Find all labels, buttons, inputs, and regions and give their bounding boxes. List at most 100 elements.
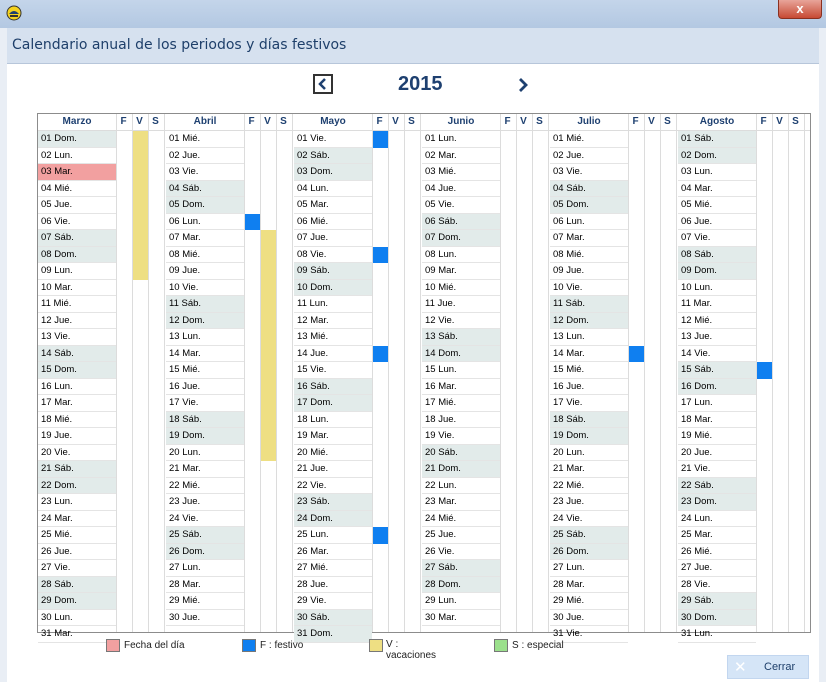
festivo-marker[interactable] bbox=[373, 246, 388, 263]
day-cell[interactable]: 13 Jue. bbox=[678, 329, 756, 346]
day-cell[interactable]: 05 Mié. bbox=[678, 197, 756, 214]
day-cell[interactable]: 24 Vie. bbox=[166, 511, 244, 527]
festivo-marker[interactable] bbox=[373, 527, 388, 544]
day-cell[interactable]: 02 Dom. bbox=[678, 147, 756, 164]
day-cell[interactable]: 08 Dom. bbox=[38, 246, 116, 263]
day-cell[interactable]: 26 Vie. bbox=[422, 544, 500, 560]
day-cell[interactable]: 18 Lun. bbox=[294, 412, 372, 428]
vacaciones-marker[interactable] bbox=[261, 263, 276, 280]
day-cell[interactable]: 10 Vie. bbox=[550, 280, 628, 296]
day-cell[interactable]: 22 Mié. bbox=[550, 478, 628, 494]
day-cell[interactable]: 06 Sáb. bbox=[422, 213, 500, 230]
day-cell[interactable]: 01 Mié. bbox=[166, 131, 244, 148]
vacaciones-marker[interactable] bbox=[261, 246, 276, 263]
day-cell[interactable]: 08 Sáb. bbox=[678, 246, 756, 263]
day-cell[interactable]: 22 Lun. bbox=[422, 478, 500, 494]
day-cell[interactable]: 14 Mar. bbox=[166, 346, 244, 362]
day-cell[interactable]: 21 Dom. bbox=[422, 461, 500, 478]
day-cell[interactable]: 27 Mié. bbox=[294, 560, 372, 577]
day-cell[interactable]: 20 Vie. bbox=[38, 445, 116, 461]
vacaciones-marker[interactable] bbox=[133, 197, 148, 214]
close-button[interactable]: ✕ Cerrar bbox=[727, 655, 809, 679]
day-cell[interactable]: 24 Dom. bbox=[294, 510, 372, 527]
day-cell[interactable]: 25 Sáb. bbox=[166, 527, 244, 544]
day-cell[interactable]: 15 Vie. bbox=[294, 362, 372, 379]
day-cell[interactable]: 29 Sáb. bbox=[678, 593, 756, 610]
day-cell[interactable]: 01 Lun. bbox=[422, 131, 500, 148]
day-cell[interactable]: 17 Lun. bbox=[678, 395, 756, 412]
day-cell[interactable]: 31 Mar. bbox=[38, 626, 116, 643]
day-cell[interactable]: 09 Dom. bbox=[678, 263, 756, 280]
day-cell[interactable]: 23 Sáb. bbox=[294, 494, 372, 511]
day-cell[interactable]: 25 Sáb. bbox=[550, 527, 628, 544]
day-cell[interactable]: 31 Dom. bbox=[294, 626, 372, 643]
day-cell[interactable]: 27 Jue. bbox=[678, 560, 756, 577]
day-cell[interactable]: 29 Vie. bbox=[294, 593, 372, 610]
day-cell[interactable]: 20 Lun. bbox=[166, 445, 244, 461]
day-cell[interactable]: 02 Sáb. bbox=[294, 147, 372, 164]
day-cell[interactable]: 08 Vie. bbox=[294, 247, 372, 263]
day-cell[interactable]: 10 Lun. bbox=[678, 280, 756, 296]
day-cell[interactable]: 15 Dom. bbox=[38, 362, 116, 379]
day-cell[interactable]: 15 Sáb. bbox=[678, 362, 756, 379]
day-cell[interactable]: 30 Lun. bbox=[38, 610, 116, 626]
day-cell[interactable]: 28 Dom. bbox=[422, 576, 500, 593]
day-cell[interactable]: 14 Mar. bbox=[550, 346, 628, 362]
day-cell[interactable]: 05 Jue. bbox=[38, 197, 116, 214]
day-cell[interactable]: 26 Mié. bbox=[678, 544, 756, 560]
day-cell[interactable]: 05 Dom. bbox=[166, 197, 244, 214]
day-cell[interactable]: 20 Jue. bbox=[678, 445, 756, 461]
vacaciones-marker[interactable] bbox=[261, 345, 276, 362]
day-cell[interactable]: 21 Sáb. bbox=[38, 461, 116, 478]
day-cell[interactable]: 29 Mié. bbox=[166, 593, 244, 610]
vacaciones-marker[interactable] bbox=[133, 213, 148, 230]
day-cell[interactable]: 04 Lun. bbox=[294, 181, 372, 197]
day-cell[interactable]: 28 Jue. bbox=[294, 577, 372, 593]
day-cell[interactable]: 06 Mié. bbox=[294, 214, 372, 230]
vacaciones-marker[interactable] bbox=[133, 180, 148, 197]
day-cell[interactable]: 18 Jue. bbox=[422, 412, 500, 428]
day-cell[interactable]: 16 Mar. bbox=[422, 379, 500, 395]
day-cell[interactable]: 09 Sáb. bbox=[294, 263, 372, 280]
vacaciones-marker[interactable] bbox=[261, 230, 276, 247]
day-cell[interactable]: 08 Mié. bbox=[550, 247, 628, 263]
day-cell[interactable]: 21 Mar. bbox=[550, 461, 628, 478]
day-cell[interactable]: 13 Lun. bbox=[166, 329, 244, 346]
day-cell[interactable]: 18 Sáb. bbox=[550, 411, 628, 428]
day-cell[interactable]: 27 Lun. bbox=[166, 560, 244, 577]
day-cell[interactable]: 04 Sáb. bbox=[166, 180, 244, 197]
day-cell[interactable]: 16 Sáb. bbox=[294, 378, 372, 395]
day-cell[interactable]: 12 Vie. bbox=[422, 313, 500, 329]
day-cell[interactable]: 02 Jue. bbox=[166, 148, 244, 164]
festivo-marker[interactable] bbox=[245, 213, 260, 230]
day-cell[interactable]: 14 Dom. bbox=[422, 345, 500, 362]
day-cell[interactable]: 31 Lun. bbox=[678, 626, 756, 643]
day-cell[interactable]: 26 Dom. bbox=[166, 543, 244, 560]
day-cell[interactable]: 28 Mar. bbox=[166, 577, 244, 593]
day-cell[interactable]: 22 Dom. bbox=[38, 477, 116, 494]
day-cell[interactable]: 14 Jue. bbox=[294, 346, 372, 362]
day-cell[interactable]: 20 Mié. bbox=[294, 445, 372, 461]
day-cell[interactable]: 01 Mié. bbox=[550, 131, 628, 148]
day-cell[interactable]: 03 Lun. bbox=[678, 164, 756, 181]
day-cell[interactable]: 30 Jue. bbox=[166, 610, 244, 626]
day-cell[interactable]: 02 Mar. bbox=[422, 148, 500, 164]
day-cell[interactable]: 18 Mar. bbox=[678, 412, 756, 428]
day-cell[interactable]: 16 Dom. bbox=[678, 378, 756, 395]
day-cell[interactable]: 24 Vie. bbox=[550, 511, 628, 527]
day-cell[interactable]: 17 Mié. bbox=[422, 395, 500, 412]
day-cell[interactable]: 14 Vie. bbox=[678, 346, 756, 362]
day-cell[interactable]: 23 Lun. bbox=[38, 494, 116, 511]
day-cell[interactable]: 29 Dom. bbox=[38, 593, 116, 610]
day-cell[interactable]: 30 Jue. bbox=[550, 610, 628, 626]
day-cell[interactable]: 03 Vie. bbox=[166, 164, 244, 181]
day-cell[interactable]: 17 Mar. bbox=[38, 395, 116, 412]
window-close-button[interactable]: x bbox=[778, 0, 822, 19]
day-cell[interactable]: 13 Sáb. bbox=[422, 329, 500, 346]
day-cell[interactable]: 13 Mié. bbox=[294, 329, 372, 346]
day-cell[interactable]: 09 Jue. bbox=[550, 263, 628, 280]
day-cell[interactable]: 23 Jue. bbox=[166, 494, 244, 511]
day-cell[interactable]: 04 Mié. bbox=[38, 181, 116, 197]
day-cell[interactable]: 20 Lun. bbox=[550, 445, 628, 461]
day-cell[interactable]: 19 Vie. bbox=[422, 428, 500, 445]
